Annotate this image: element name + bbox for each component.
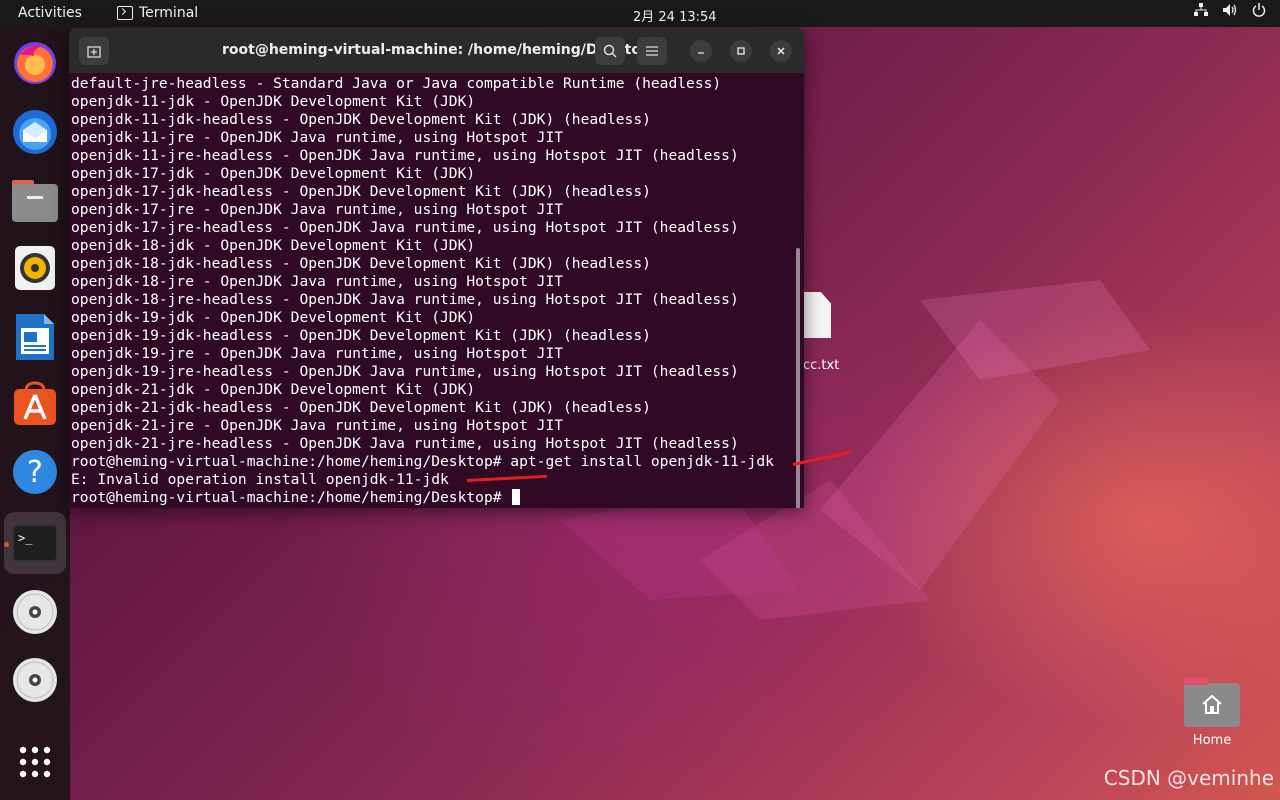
top-bar: Activities Terminal 2月 24 13:54 bbox=[0, 0, 1280, 27]
desktop-home-folder[interactable]: Home bbox=[1180, 677, 1244, 748]
terminal-line: default-jre-headless - Standard Java or … bbox=[71, 75, 722, 92]
terminal-header[interactable]: root@heming-virtual-machine: /home/hemin… bbox=[69, 28, 804, 73]
app-menu[interactable]: Terminal bbox=[117, 5, 198, 21]
clock[interactable]: 2月 24 13:54 bbox=[633, 6, 717, 25]
firefox-icon[interactable] bbox=[10, 38, 60, 88]
dock: ? >_ bbox=[0, 27, 70, 800]
terminal-line: openjdk-11-jdk-headless - OpenJDK Develo… bbox=[71, 111, 651, 128]
terminal-window[interactable]: root@heming-virtual-machine: /home/hemin… bbox=[69, 28, 804, 508]
minimize-button[interactable] bbox=[690, 40, 712, 62]
terminal-line: openjdk-17-jre-headless - OpenJDK Java r… bbox=[71, 219, 739, 236]
app-grid-icon[interactable] bbox=[10, 737, 60, 787]
terminal-line: openjdk-21-jdk-headless - OpenJDK Develo… bbox=[71, 399, 651, 416]
terminal-line: root@heming-virtual-machine:/home/heming… bbox=[71, 453, 774, 470]
terminal-line: openjdk-18-jre-headless - OpenJDK Java r… bbox=[71, 291, 739, 308]
terminal-line: openjdk-17-jre - OpenJDK Java runtime, u… bbox=[71, 201, 564, 218]
running-indicator bbox=[4, 542, 9, 547]
text-cursor bbox=[512, 489, 521, 505]
maximize-button[interactable] bbox=[730, 40, 752, 62]
terminal-line: openjdk-17-jdk - OpenJDK Development Kit… bbox=[71, 165, 476, 182]
software-icon[interactable] bbox=[10, 379, 60, 429]
help-icon[interactable]: ? bbox=[10, 447, 60, 497]
power-icon[interactable] bbox=[1252, 3, 1266, 21]
desktop-file-label: cc.txt bbox=[803, 358, 840, 373]
terminal-output[interactable]: default-jre-headless - Standard Java or … bbox=[69, 73, 804, 507]
terminal-line: openjdk-11-jre-headless - OpenJDK Java r… bbox=[71, 147, 739, 164]
terminal-line: openjdk-19-jre-headless - OpenJDK Java r… bbox=[71, 363, 739, 380]
svg-text:>_: >_ bbox=[18, 531, 33, 545]
app-menu-label: Terminal bbox=[139, 5, 199, 21]
terminal-line: openjdk-11-jdk - OpenJDK Development Kit… bbox=[71, 93, 476, 110]
terminal-prompt: root@heming-virtual-machine:/home/heming… bbox=[71, 489, 511, 506]
scrollbar[interactable] bbox=[796, 248, 800, 508]
home-folder-icon bbox=[1184, 677, 1240, 727]
network-icon[interactable] bbox=[1194, 3, 1208, 21]
terminal-line: openjdk-21-jre - OpenJDK Java runtime, u… bbox=[71, 417, 564, 434]
terminal-line: openjdk-19-jre - OpenJDK Java runtime, u… bbox=[71, 345, 564, 362]
menu-button[interactable] bbox=[637, 37, 667, 65]
search-button[interactable] bbox=[595, 37, 625, 65]
terminal-line: openjdk-21-jre-headless - OpenJDK Java r… bbox=[71, 435, 739, 452]
disc-icon[interactable] bbox=[10, 587, 60, 637]
terminal-line: openjdk-19-jdk-headless - OpenJDK Develo… bbox=[71, 327, 651, 344]
terminal-line: openjdk-19-jdk - OpenJDK Development Kit… bbox=[71, 309, 476, 326]
home-folder-label: Home bbox=[1192, 733, 1232, 748]
terminal-prompt-line[interactable]: root@heming-virtual-machine:/home/heming… bbox=[71, 489, 804, 507]
svg-text:?: ? bbox=[27, 455, 43, 490]
desktop-file-cc-txt[interactable]: cc.txt bbox=[797, 292, 847, 373]
files-icon[interactable] bbox=[10, 176, 60, 226]
terminal-line: E: Invalid operation install openjdk-11-… bbox=[71, 471, 449, 488]
terminal-line: openjdk-17-jdk-headless - OpenJDK Develo… bbox=[71, 183, 651, 200]
system-tray[interactable] bbox=[1194, 3, 1266, 21]
writer-icon[interactable] bbox=[10, 312, 60, 362]
terminal-line: openjdk-18-jdk - OpenJDK Development Kit… bbox=[71, 237, 476, 254]
terminal-small-icon bbox=[117, 6, 133, 20]
terminal-line: openjdk-11-jre - OpenJDK Java runtime, u… bbox=[71, 129, 564, 146]
terminal-line: openjdk-21-jdk - OpenJDK Development Kit… bbox=[71, 381, 476, 398]
watermark: CSDN @veminhe bbox=[1103, 766, 1274, 790]
terminal-line: openjdk-18-jre - OpenJDK Java runtime, u… bbox=[71, 273, 564, 290]
terminal-icon[interactable]: >_ bbox=[4, 512, 66, 574]
close-button[interactable] bbox=[770, 40, 792, 62]
terminal-line: openjdk-18-jdk-headless - OpenJDK Develo… bbox=[71, 255, 651, 272]
disc-icon[interactable] bbox=[10, 655, 60, 705]
thunderbird-icon[interactable] bbox=[10, 107, 60, 157]
volume-icon[interactable] bbox=[1222, 3, 1238, 21]
activities-button[interactable]: Activities bbox=[18, 5, 82, 21]
rhythmbox-icon[interactable] bbox=[10, 243, 60, 293]
